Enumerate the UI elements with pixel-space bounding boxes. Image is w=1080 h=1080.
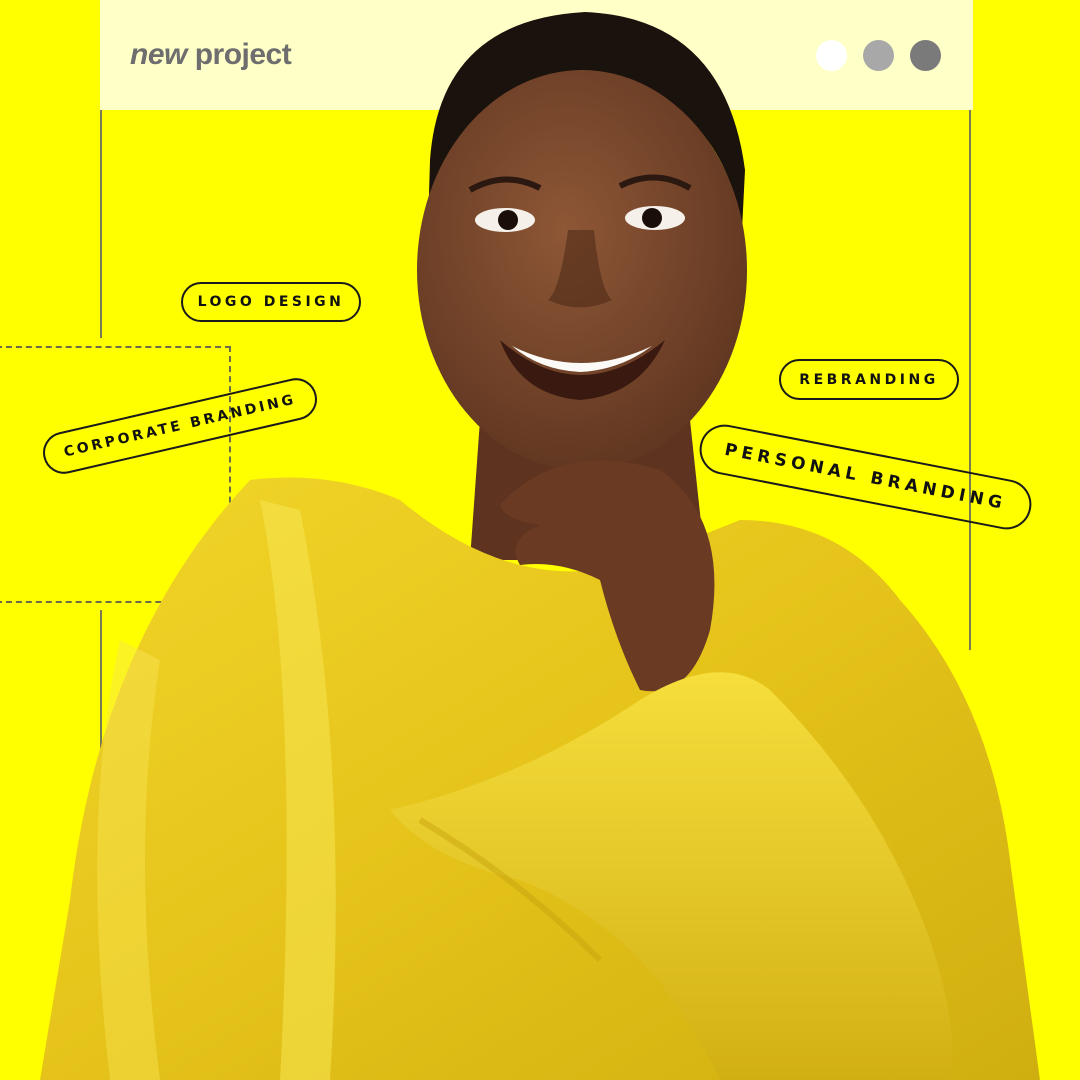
tag-rebranding: REBRANDING (779, 359, 959, 400)
tag-logo-design: LOGO DESIGN (181, 282, 361, 322)
person-photo (40, 12, 1040, 1080)
poster-canvas: new project LOGO DESIGN REBRANDING CORPO… (0, 0, 1080, 1080)
